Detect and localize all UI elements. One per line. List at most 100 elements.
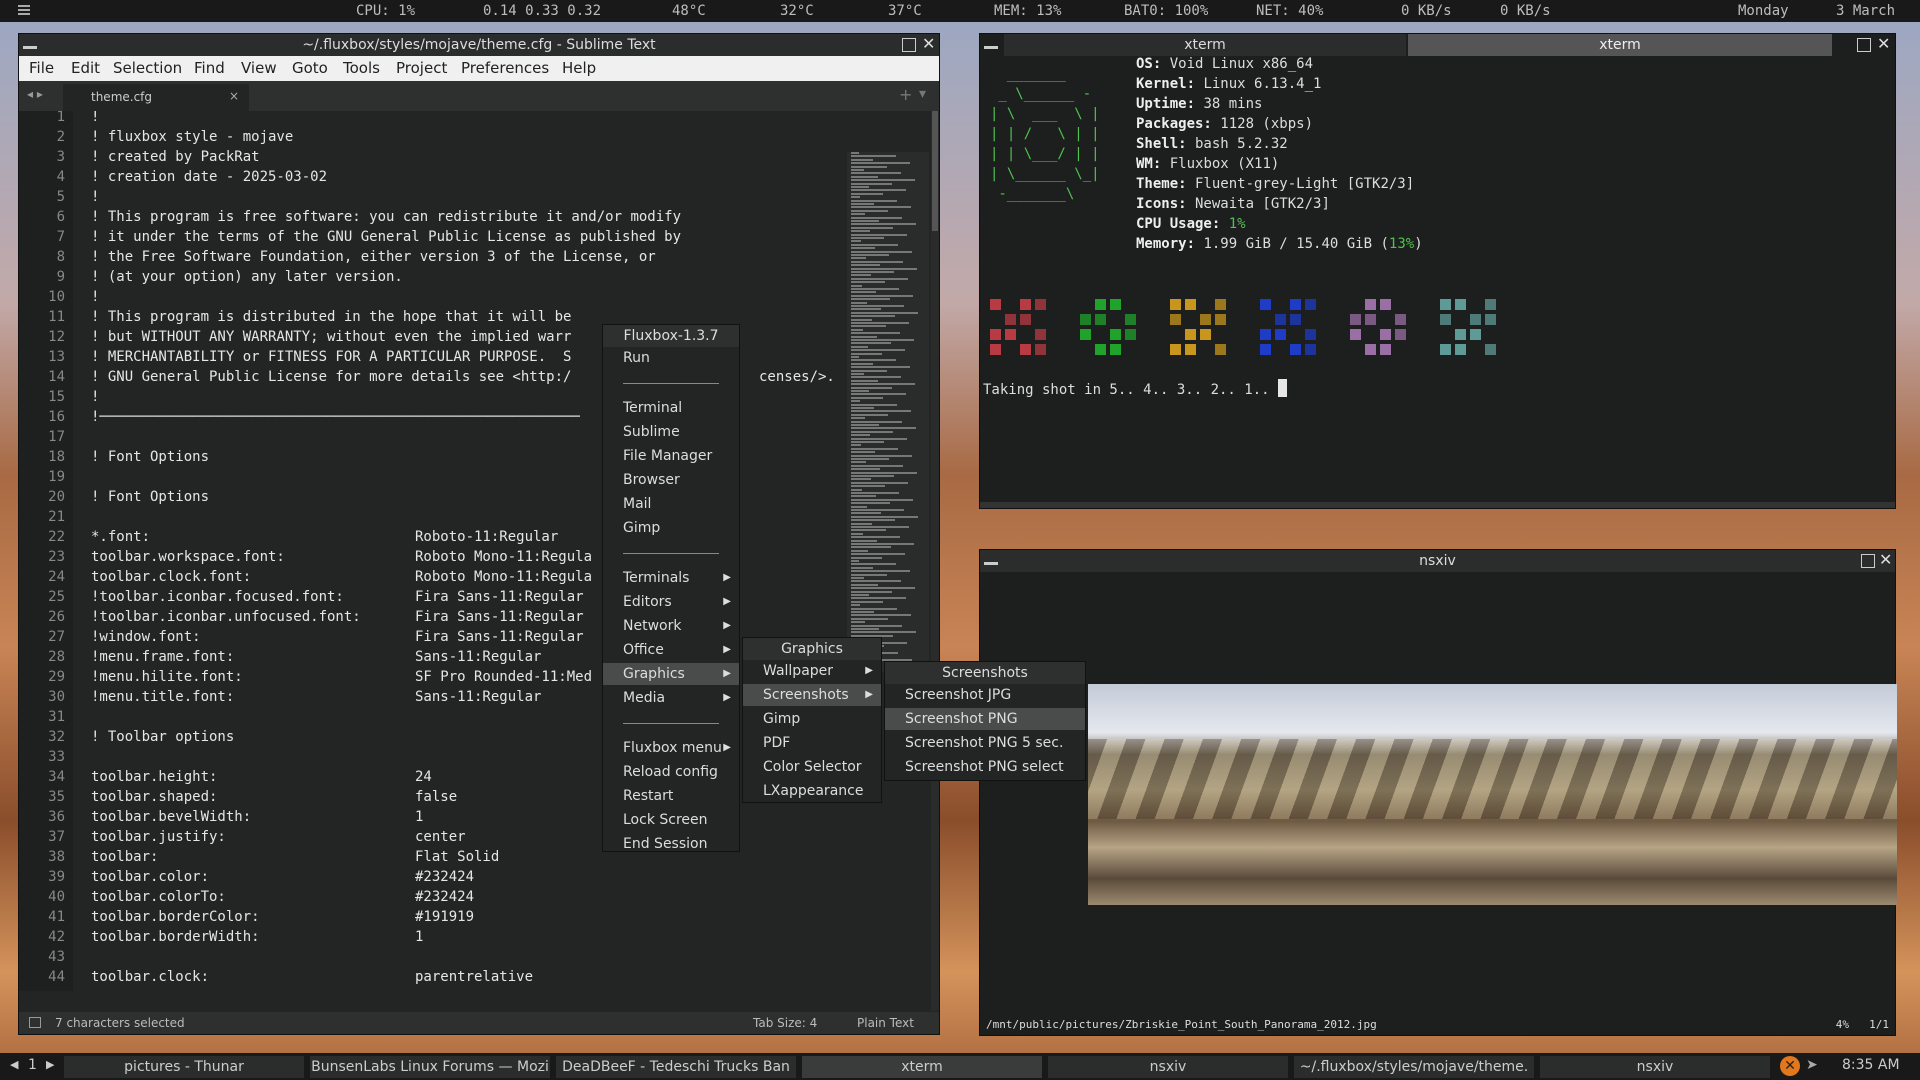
maximize-icon[interactable]	[1857, 38, 1871, 52]
sysinfo-value: bash 5.2.32	[1186, 136, 1288, 152]
update-notifier-icon[interactable]: ✕	[1780, 1056, 1800, 1076]
menu-item-restart[interactable]: Restart	[603, 785, 739, 807]
menu-goto[interactable]: Goto	[292, 59, 328, 77]
menu-project[interactable]: Project	[396, 59, 447, 77]
vertical-scrollbar[interactable]	[931, 111, 939, 1011]
menu-item-lock-screen[interactable]: Lock Screen	[603, 809, 739, 831]
menu-view[interactable]: View	[241, 59, 277, 77]
close-icon[interactable]: ✕	[1877, 36, 1890, 52]
minimap-line	[851, 277, 908, 280]
close-icon[interactable]: ✕	[922, 36, 935, 52]
line-number: 6	[56, 209, 65, 225]
taskbar-clock[interactable]: 8:35 AM	[1842, 1057, 1900, 1073]
menu-item-screenshots[interactable]: Screenshots ▶	[743, 684, 881, 706]
menu-item-fluxbox-menu[interactable]: Fluxbox menu ▶	[603, 737, 739, 759]
menu-preferences[interactable]: Preferences	[461, 59, 549, 77]
menu-find[interactable]: Find	[194, 59, 225, 77]
menu-item-label: Run	[623, 350, 650, 366]
fluxbox-root-menu: Fluxbox-1.3.7 Run Terminal Sublime File Man…	[602, 324, 740, 852]
menu-tools[interactable]: Tools	[343, 59, 380, 77]
palette-block	[1215, 299, 1226, 310]
workspace-next-icon[interactable]: ▶	[46, 1058, 54, 1071]
minimap-line	[851, 243, 898, 246]
tab-size-status[interactable]: Tab Size: 4	[753, 1016, 817, 1030]
panel-toggle-icon[interactable]	[29, 1017, 41, 1028]
menu-item-sublime[interactable]: Sublime	[603, 421, 739, 443]
menu-file[interactable]: File	[29, 59, 54, 77]
menu-item-label: Office	[623, 642, 664, 658]
menu-item-graphics[interactable]: Graphics ▶	[603, 663, 739, 685]
taskbar-task[interactable]: ~/.fluxbox/styles/mojave/theme.	[1294, 1056, 1534, 1078]
minimap-line	[851, 226, 893, 229]
workspace-prev-icon[interactable]: ◀	[10, 1058, 18, 1071]
maximize-icon[interactable]	[902, 38, 916, 52]
taskbar-task[interactable]: BunsenLabs Linux Forums — Mozi	[310, 1056, 550, 1078]
graphics-submenu: Graphics Wallpaper ▶ Screenshots ▶ Gimp PDF Co…	[742, 637, 882, 803]
xterm-tab-1[interactable]: xterm	[1004, 34, 1406, 56]
nsxiv-window[interactable]: nsxiv ✕ /mnt/public/pictures/Zbriskie_Po…	[979, 549, 1897, 1036]
minimap-line	[851, 379, 878, 382]
menu-item-file-manager[interactable]: File Manager	[603, 445, 739, 467]
menu-item-office[interactable]: Office ▶	[603, 639, 739, 661]
menu-item-reload-config[interactable]: Reload config	[603, 761, 739, 783]
code-line: toolbar.color:	[91, 869, 210, 885]
nsxiv-titlebar[interactable]: nsxiv ✕	[980, 550, 1895, 572]
tab-theme-cfg[interactable]: theme.cfg ×	[63, 84, 249, 111]
minimize-icon[interactable]	[984, 46, 998, 49]
menu-edit[interactable]: Edit	[71, 59, 100, 77]
code-value: 24	[415, 769, 432, 785]
close-icon[interactable]: ✕	[1879, 552, 1892, 568]
palette-block	[1455, 299, 1466, 310]
taskbar-task[interactable]: xterm	[802, 1056, 1042, 1078]
tab-close-icon[interactable]: ×	[229, 89, 239, 103]
xterm-window[interactable]: xterm xterm ✕ _______ _ \______ - | \ __…	[979, 33, 1896, 509]
menu-item-screenshot-png[interactable]: Screenshot PNG	[885, 708, 1085, 730]
menu-help[interactable]: Help	[562, 59, 596, 77]
taskbar-task[interactable]: pictures - Thunar	[64, 1056, 304, 1078]
menu-item-screenshot-jpg[interactable]: Screenshot JPG	[885, 684, 1085, 706]
menu-item-run[interactable]: Run	[603, 347, 739, 369]
menu-item-pdf[interactable]: PDF	[743, 732, 881, 754]
menu-item-wallpaper[interactable]: Wallpaper ▶	[743, 660, 881, 682]
tab-nav-arrows[interactable]: ◂ ▸	[27, 87, 43, 101]
menu-item-editors[interactable]: Editors ▶	[603, 591, 739, 613]
menu-item-end-session[interactable]: End Session	[603, 833, 739, 855]
scroll-thumb[interactable]	[932, 111, 938, 231]
xterm-scrollbar[interactable]	[980, 502, 1895, 508]
menu-item-terminal[interactable]: Terminal	[603, 397, 739, 419]
menu-item-mail[interactable]: Mail	[603, 493, 739, 515]
syntax-status[interactable]: Plain Text	[857, 1016, 914, 1030]
code-line: toolbar.workspace.font:	[91, 549, 285, 565]
sublime-titlebar[interactable]: ~/.fluxbox/styles/mojave/theme.cfg - Sub…	[19, 34, 939, 56]
menu-item-color-selector[interactable]: Color Selector	[743, 756, 881, 778]
xterm-tab-2[interactable]: xterm	[1408, 34, 1832, 56]
maximize-icon[interactable]	[1861, 554, 1875, 568]
network-tray-icon[interactable]: ➤	[1806, 1057, 1818, 1073]
taskbar-task[interactable]: DeaDBeeF - Tedeschi Trucks Ban	[556, 1056, 796, 1078]
taskbar-task[interactable]: nsxiv	[1048, 1056, 1288, 1078]
menu-icon[interactable]	[18, 5, 30, 15]
minimize-icon[interactable]	[984, 562, 998, 565]
menu-item-gimp[interactable]: Gimp	[603, 517, 739, 539]
workspace-number[interactable]: 1	[28, 1057, 37, 1073]
menu-item-media[interactable]: Media ▶	[603, 687, 739, 709]
tab-list-icon[interactable]: ▾	[919, 86, 926, 102]
submenu-arrow-icon: ▶	[723, 596, 731, 607]
minimap-line	[851, 454, 912, 457]
menu-item-gimp[interactable]: Gimp	[743, 708, 881, 730]
minimize-icon[interactable]	[23, 46, 37, 49]
menu-item-screenshot-png-5-sec[interactable]: Screenshot PNG 5 sec.	[885, 732, 1085, 754]
minimap-line	[851, 478, 871, 481]
minimap[interactable]	[847, 152, 929, 672]
new-tab-icon[interactable]: +	[899, 85, 912, 104]
menu-selection[interactable]: Selection	[113, 59, 182, 77]
menu-item-browser[interactable]: Browser	[603, 469, 739, 491]
menu-item-lxappearance[interactable]: LXappearance	[743, 780, 881, 802]
menu-item-screenshot-png-select[interactable]: Screenshot PNG select	[885, 756, 1085, 778]
panorama-image[interactable]	[1088, 684, 1897, 905]
menu-item-network[interactable]: Network ▶	[603, 615, 739, 637]
minimap-line	[851, 315, 895, 318]
taskbar-task[interactable]: nsxiv	[1540, 1056, 1770, 1078]
menu-item-terminals[interactable]: Terminals ▶	[603, 567, 739, 589]
minimap-line	[851, 495, 876, 498]
